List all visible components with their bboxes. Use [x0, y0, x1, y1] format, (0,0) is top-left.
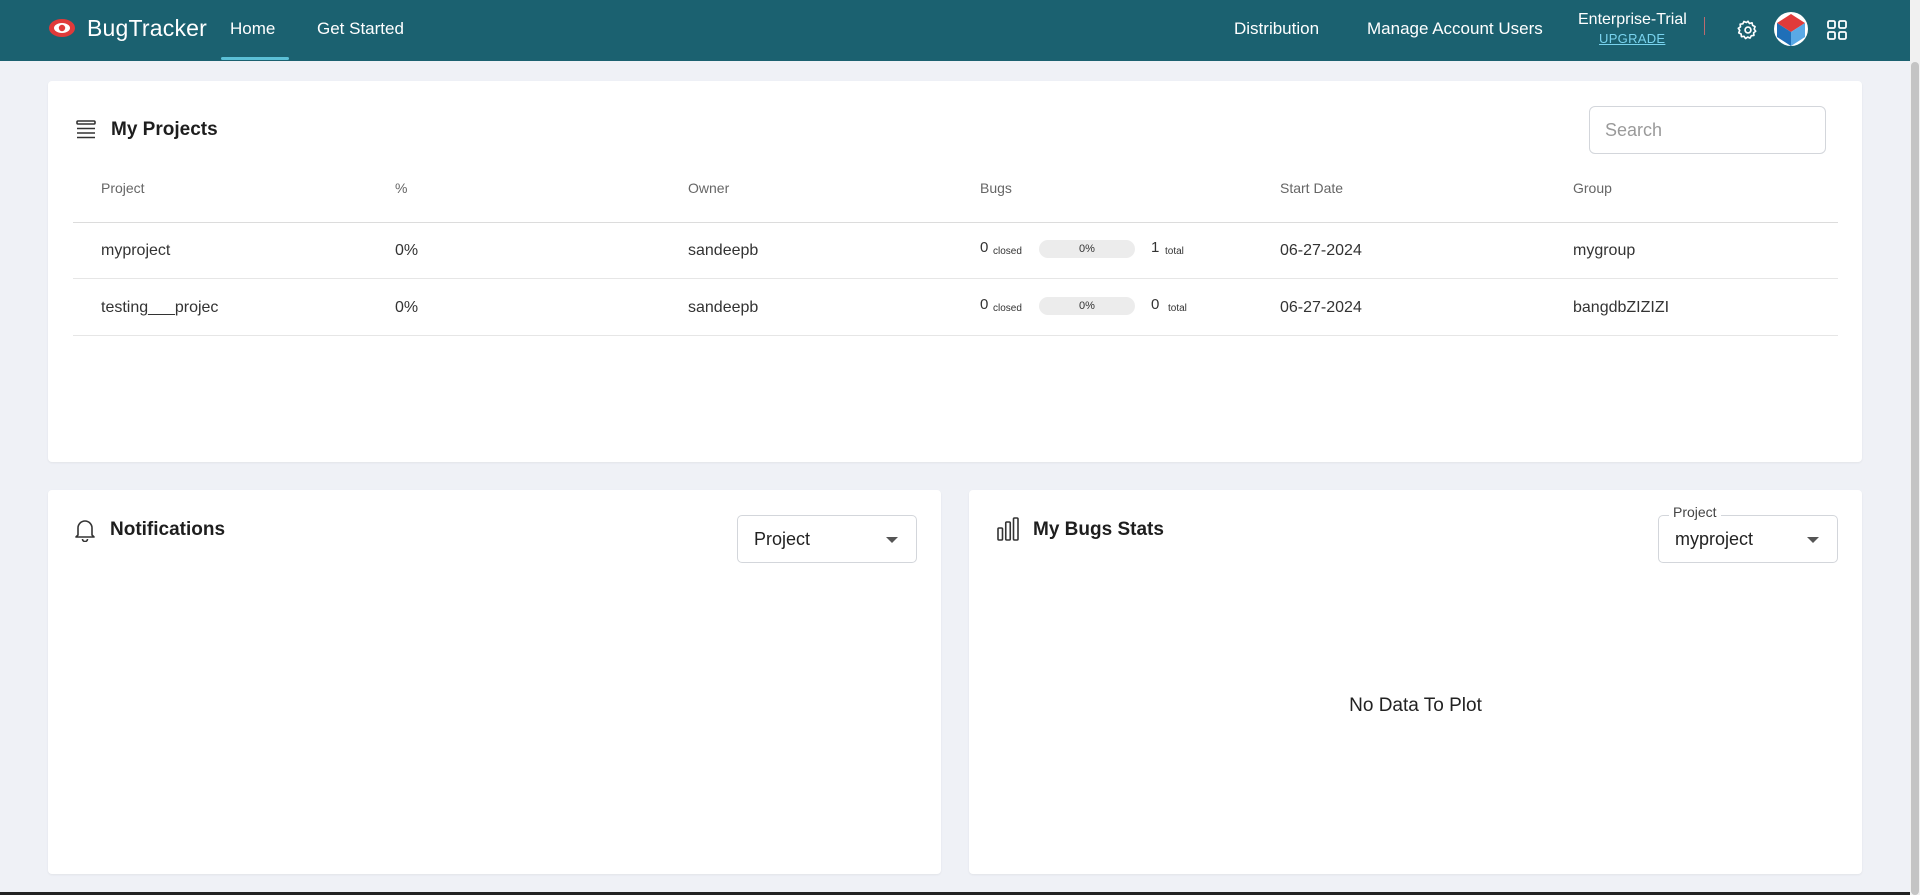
start-date: 06-27-2024: [1280, 242, 1362, 259]
nav-distribution[interactable]: Distribution: [1234, 19, 1319, 39]
table-row[interactable]: testing___projec 0% sandeepb 0 closed 0%…: [73, 280, 1838, 336]
apps-grid-icon[interactable]: [1826, 19, 1848, 41]
plan-name: Enterprise-Trial: [1578, 11, 1687, 28]
column-header-bugs[interactable]: Bugs: [980, 180, 1012, 196]
start-date: 06-27-2024: [1280, 299, 1362, 316]
scrollbar-thumb[interactable]: [1911, 62, 1919, 895]
list-icon: [76, 120, 96, 139]
project-filter-dropdown[interactable]: Project: [737, 515, 917, 563]
total-count: 0: [1151, 296, 1160, 313]
search-input[interactable]: [1589, 106, 1826, 154]
divider: [1704, 17, 1705, 35]
caret-down-icon: [1807, 537, 1819, 543]
bar-chart-icon: [997, 517, 1019, 541]
my-projects-card: My Projects Project % Owner Bugs Start D…: [48, 81, 1862, 462]
closed-label: closed: [993, 303, 1022, 314]
total-count: 1: [1151, 239, 1160, 256]
top-navbar: BugTracker Home Get Started Distribution…: [0, 0, 1910, 61]
bug-progress-bar: 0%: [1039, 240, 1135, 258]
closed-count: 0: [980, 296, 989, 313]
table-row[interactable]: myproject 0% sandeepb 0 closed 0% 1 tota…: [73, 223, 1838, 279]
brand-name[interactable]: BugTracker: [87, 15, 207, 42]
project-owner: sandeepb: [688, 299, 759, 316]
nav-manage-account-users[interactable]: Manage Account Users: [1367, 19, 1543, 39]
caret-down-icon: [886, 537, 898, 543]
bugs-summary: 0 closed 0% 0 total: [980, 293, 1230, 321]
group-name: mygroup: [1573, 242, 1636, 259]
total-label: total: [1165, 246, 1184, 257]
project-name-link[interactable]: testing___projec: [101, 299, 218, 317]
bug-progress-bar: 0%: [1039, 297, 1135, 315]
card-title: My Projects: [111, 119, 218, 140]
upgrade-link[interactable]: UPGRADE: [1599, 31, 1665, 46]
empty-state-message: No Data To Plot: [1349, 695, 1482, 716]
bug-eye-logo-icon[interactable]: [48, 16, 76, 40]
project-owner: sandeepb: [688, 242, 759, 259]
active-tab-indicator: [221, 57, 289, 60]
dropdown-value: Project: [754, 529, 811, 549]
card-title: Notifications: [110, 519, 226, 540]
gear-icon[interactable]: [1737, 19, 1759, 41]
closed-count: 0: [980, 239, 989, 256]
column-header-owner[interactable]: Owner: [688, 180, 729, 196]
select-label: Project: [1669, 504, 1721, 520]
bell-icon: [75, 520, 95, 542]
column-header-start-date[interactable]: Start Date: [1280, 180, 1343, 196]
column-header-group[interactable]: Group: [1573, 180, 1612, 196]
project-select-dropdown[interactable]: Project myproject: [1658, 504, 1838, 563]
nav-home[interactable]: Home: [230, 19, 275, 39]
notifications-card: Notifications Project: [48, 490, 941, 874]
group-name: bangdbZIZIZI: [1573, 299, 1670, 316]
avatar[interactable]: [1773, 10, 1809, 48]
my-bugs-stats-card: My Bugs Stats Project myproject No Data …: [969, 490, 1862, 874]
project-name-link[interactable]: myproject: [101, 242, 170, 260]
column-header-project[interactable]: Project: [101, 180, 145, 196]
dropdown-value: myproject: [1675, 529, 1754, 549]
project-percent: 0%: [395, 299, 419, 316]
closed-label: closed: [993, 246, 1022, 257]
nav-get-started[interactable]: Get Started: [317, 19, 404, 39]
bugs-summary: 0 closed 0% 1 total: [980, 236, 1230, 264]
total-label: total: [1168, 303, 1187, 314]
card-title: My Bugs Stats: [1033, 519, 1164, 540]
column-header-percent[interactable]: %: [395, 180, 407, 196]
project-percent: 0%: [395, 242, 419, 259]
